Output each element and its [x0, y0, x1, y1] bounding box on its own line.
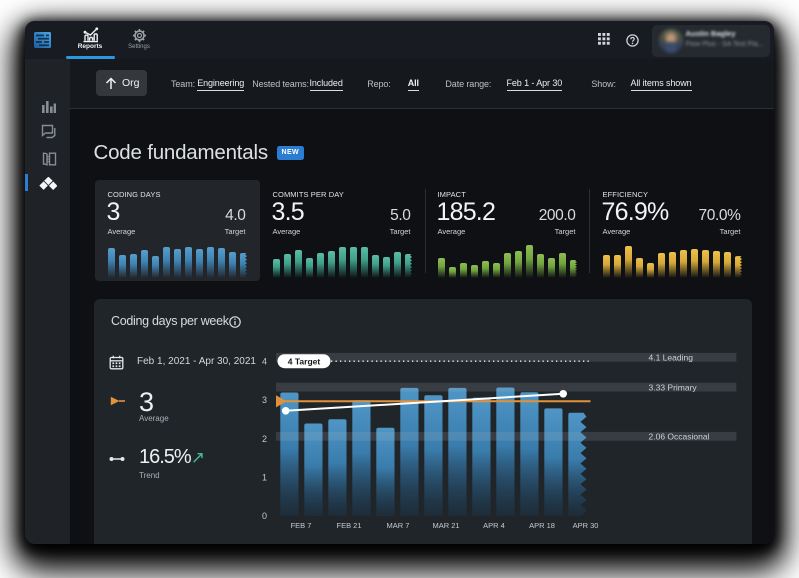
svg-text:FEB 7: FEB 7: [291, 521, 312, 530]
svg-text:4: 4: [262, 356, 267, 366]
svg-text:MAR 21: MAR 21: [432, 521, 459, 530]
svg-text:2.06 Occasional: 2.06 Occasional: [649, 431, 710, 441]
svg-text:2: 2: [262, 433, 267, 443]
svg-text:0: 0: [262, 511, 267, 521]
svg-text:APR 18: APR 18: [529, 521, 555, 530]
svg-text:3.33 Primary: 3.33 Primary: [649, 382, 698, 392]
svg-text:APR 4: APR 4: [483, 521, 505, 530]
svg-text:APR 30: APR 30: [573, 521, 599, 530]
svg-text:MAR 7: MAR 7: [387, 521, 410, 530]
svg-text:1: 1: [262, 472, 267, 482]
svg-text:3: 3: [262, 395, 267, 405]
svg-text:4.1 Leading: 4.1 Leading: [649, 352, 694, 362]
svg-text:4 Target: 4 Target: [288, 356, 321, 366]
svg-text:FEB 21: FEB 21: [336, 521, 361, 530]
